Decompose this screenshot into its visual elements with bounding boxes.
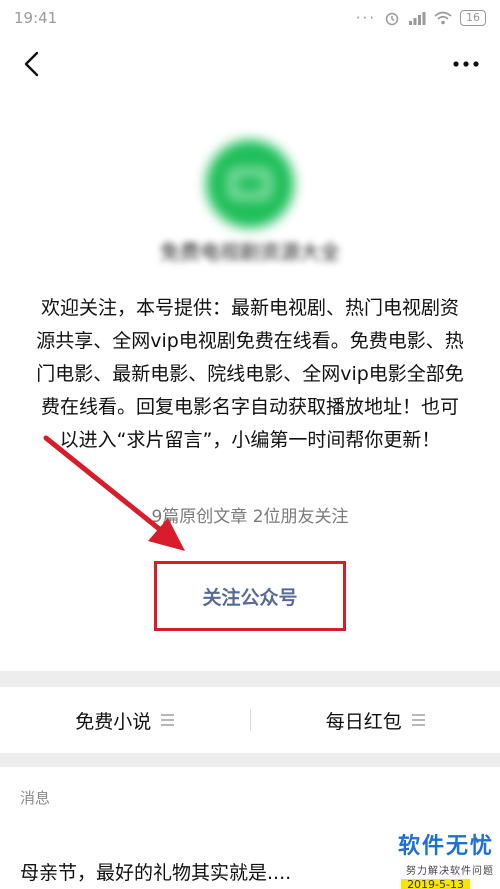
menu-item-label: 免费小说 — [75, 710, 152, 733]
status-bar: 19:41 ··· 16 — [0, 0, 500, 36]
status-icons: ··· 16 — [356, 9, 486, 27]
account-meta: 9篇原创文章 2位朋友关注 — [151, 507, 349, 527]
account-intro: 欢迎关注，本号提供：最新电视剧、热门电视剧资源共享、全网vip电视剧免费在线看。… — [36, 297, 464, 451]
account-avatar — [206, 140, 294, 228]
menu-item-daily-red-packet[interactable]: 每日红包 — [251, 707, 500, 734]
menu-item-label: 每日红包 — [325, 710, 402, 733]
follow-button[interactable]: 关注公众号 — [202, 583, 297, 610]
more-dots-icon: ··· — [355, 9, 376, 27]
menu-lines-icon — [161, 714, 175, 726]
more-dots-icon — [453, 61, 479, 67]
section-divider — [0, 753, 500, 767]
back-arrow-icon — [24, 51, 39, 77]
watermark: 软件无忧 努力解决软件问题 — [398, 828, 494, 877]
wifi-icon — [434, 11, 452, 25]
menu-item-free-novels[interactable]: 免费小说 — [0, 707, 250, 734]
more-button[interactable] — [448, 46, 484, 82]
section-divider — [0, 671, 500, 687]
bottom-menu: 免费小说 每日红包 — [0, 687, 500, 753]
watermark-subtitle: 努力解决软件问题 — [406, 866, 494, 877]
signal-icon — [409, 12, 426, 25]
back-button[interactable] — [14, 46, 50, 82]
nav-bar — [0, 36, 500, 92]
article-title[interactable]: 母亲节，最好的礼物其实就是.... — [20, 858, 291, 885]
battery-icon: 16 — [460, 10, 486, 26]
alarm-icon — [385, 12, 399, 26]
date-badge: 2019-5-13 — [401, 879, 470, 889]
messages-label: 消息 — [20, 789, 51, 807]
follow-highlight-box: 关注公众号 — [154, 561, 346, 631]
account-name: 免费电视剧资源大全 — [160, 240, 340, 264]
menu-lines-icon — [411, 714, 425, 726]
tv-icon — [230, 170, 270, 198]
status-time: 19:41 — [14, 9, 58, 27]
watermark-title: 软件无忧 — [397, 834, 494, 859]
